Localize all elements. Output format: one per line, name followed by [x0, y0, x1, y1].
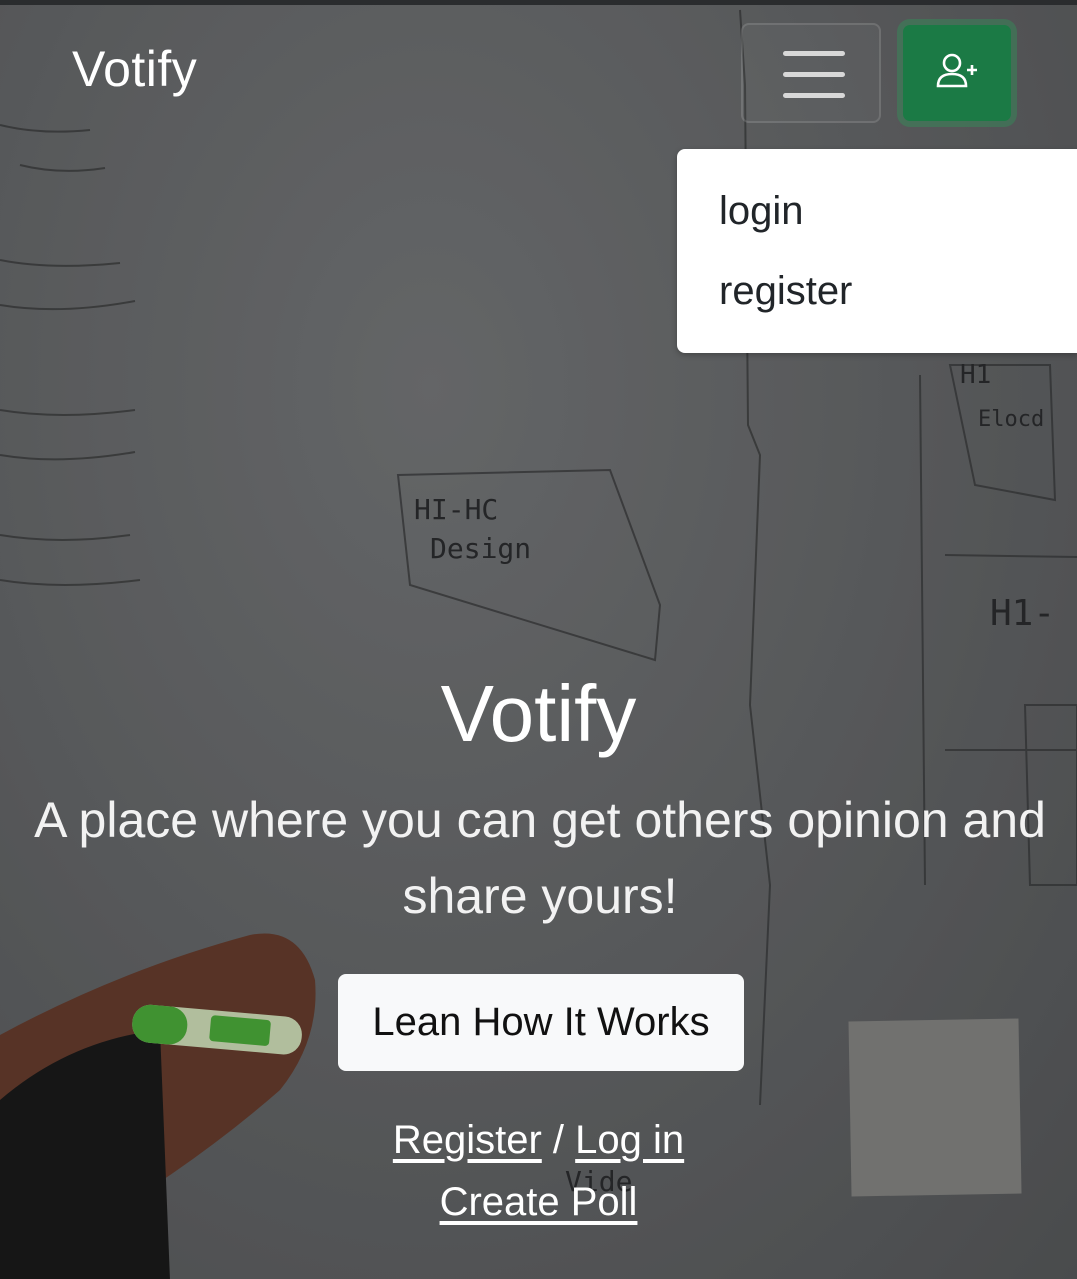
hamburger-menu-icon-bar-2: [783, 72, 845, 77]
auth-links: Register / Log in: [0, 1118, 1077, 1163]
dropdown-item-register[interactable]: register: [719, 269, 852, 314]
navbar-brand[interactable]: Votify: [72, 40, 197, 98]
navbar-toggler-button[interactable]: [741, 23, 881, 123]
login-link[interactable]: Log in: [575, 1118, 684, 1162]
create-poll-link[interactable]: Create Poll: [440, 1180, 638, 1224]
hamburger-menu-icon: [783, 51, 845, 56]
dropdown-item-login[interactable]: login: [719, 189, 804, 234]
hero-subtitle: A place where you can get others opinion…: [34, 792, 1046, 924]
register-link[interactable]: Register: [393, 1118, 542, 1162]
user-menu-button[interactable]: [903, 25, 1011, 121]
create-poll-row: Create Poll: [0, 1180, 1077, 1225]
user-dropdown-menu: login register: [677, 149, 1077, 353]
learn-how-it-works-button[interactable]: Lean How It Works: [338, 974, 744, 1071]
person-plus-icon: [936, 53, 977, 88]
hero-title: Votify: [440, 669, 637, 758]
link-separator: /: [552, 1118, 565, 1162]
hamburger-menu-icon-bar-3: [783, 93, 845, 98]
